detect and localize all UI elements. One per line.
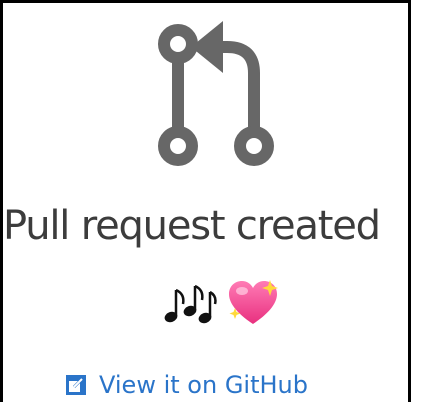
pull-request-icon xyxy=(158,21,274,166)
notification-title: Pull request created xyxy=(3,203,381,249)
external-link-icon xyxy=(66,375,86,395)
view-on-github-link[interactable]: View it on GitHub xyxy=(65,370,308,400)
emoji-row xyxy=(163,278,281,328)
notification-panel: Pull request created View it on GitHub xyxy=(0,0,411,402)
view-on-github-label[interactable]: View it on GitHub xyxy=(99,370,308,400)
sparkling-heart-icon xyxy=(229,280,278,324)
musical-notes-icon xyxy=(164,284,217,324)
